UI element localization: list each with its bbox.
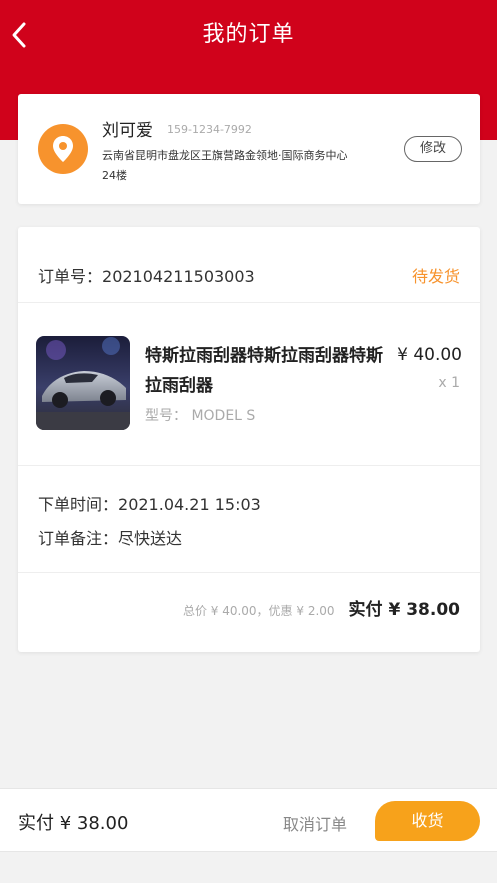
divider [18,302,480,303]
order-note: 订单备注：尽快送达 [38,525,182,549]
order-number-value: 202104211503003 [102,267,255,286]
edit-address-button[interactable]: 修改 [404,136,462,162]
divider [18,572,480,573]
order-number: 订单号：202104211503003 [38,263,255,287]
order-card: 订单号：202104211503003 待发货 特斯拉雨刮器特斯拉雨刮器特斯拉雨… [18,227,480,652]
recipient-phone: 159-1234-7992 [167,123,252,136]
address-detail: 云南省昆明市盘龙区王旗营路金领地·国际商务中心 24楼 [102,146,392,186]
bottom-paid-amount: 实付 ¥ 38.00 [18,813,129,834]
cancel-order-button[interactable]: 取消订单 [283,811,347,835]
product-price: ¥ 40.00 [397,345,462,365]
address-line-1: 云南省昆明市盘龙区王旗营路金领地·国际商务中心 [102,149,348,162]
order-time-value: 2021.04.21 15:03 [118,495,261,514]
product-quantity: x 1 [438,375,460,391]
order-note-label: 订单备注： [38,529,119,548]
order-time: 下单时间：2021.04.21 15:03 [38,491,261,515]
receive-button[interactable]: 收货 [375,801,480,841]
bottom-action-bar: 实付 ¥ 38.00 取消订单 收货 [0,788,497,852]
address-card[interactable]: 刘可爱 159-1234-7992 云南省昆明市盘龙区王旗营路金领地·国际商务中… [18,94,480,204]
paid-amount: 实付 ¥ 38.00 [348,600,460,620]
address-line-2: 24楼 [102,169,127,182]
order-note-value: 尽快送达 [118,529,183,548]
divider [18,465,480,466]
location-pin-icon [38,124,88,174]
price-breakdown: 总价 ¥ 40.00，优惠 ¥ 2.00 [182,604,335,618]
order-time-label: 下单时间： [38,495,119,514]
page-title: 我的订单 [202,22,295,47]
order-number-label: 订单号： [38,267,103,286]
order-summary: 总价 ¥ 40.00，优惠 ¥ 2.00 实付 ¥ 38.00 [183,595,460,620]
car-thumbnail [36,336,130,430]
order-status: 待发货 [411,267,460,286]
product-model: 型号： MODEL S [145,408,256,424]
product-name[interactable]: 特斯拉雨刮器特斯拉雨刮器特斯拉雨刮器 [145,341,385,401]
product-image[interactable] [36,336,130,430]
recipient-name: 刘可爱 [102,121,153,141]
